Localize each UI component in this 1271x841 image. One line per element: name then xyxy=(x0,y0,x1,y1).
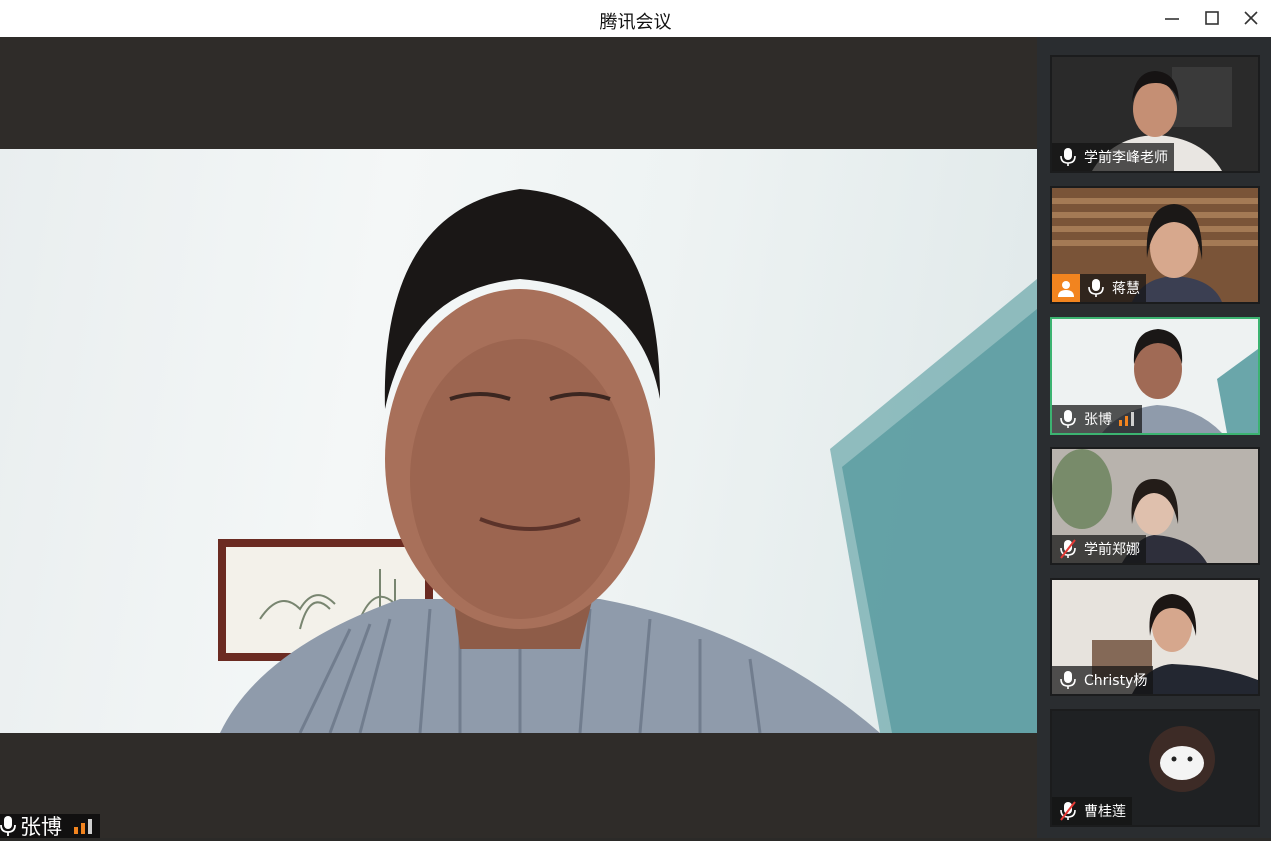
close-button[interactable] xyxy=(1238,6,1264,30)
participant-tile[interactable]: 学前郑娜 xyxy=(1050,447,1260,565)
signal-icon xyxy=(1119,412,1134,426)
participant-tile-active[interactable]: 张博 xyxy=(1050,317,1260,435)
host-badge xyxy=(1052,274,1080,302)
maximize-button[interactable] xyxy=(1199,6,1225,30)
participant-tile[interactable]: 曹桂莲 xyxy=(1050,709,1260,827)
main-speaker-label: 张博 xyxy=(0,814,100,839)
participant-name: 曹桂莲 xyxy=(1084,804,1126,820)
participant-namebar: 蒋慧 xyxy=(1080,274,1146,302)
title-bar: 腾讯会议 xyxy=(0,0,1271,37)
participant-name: Christy杨 xyxy=(1084,673,1148,689)
participant-tile[interactable]: 蒋慧 xyxy=(1050,186,1260,304)
microphone-icon xyxy=(1060,671,1076,689)
participant-namebar: 张博 xyxy=(1052,405,1142,433)
participant-tile[interactable]: 学前李峰老师 xyxy=(1050,55,1260,173)
signal-icon xyxy=(74,819,92,834)
window-title: 腾讯会议 xyxy=(599,12,672,33)
microphone-icon xyxy=(1060,148,1076,166)
microphone-icon xyxy=(1088,279,1104,297)
participant-name: 学前李峰老师 xyxy=(1084,150,1168,166)
participant-namebar: 学前李峰老师 xyxy=(1052,143,1174,171)
minimize-icon xyxy=(1165,18,1179,20)
maximize-icon xyxy=(1205,11,1219,25)
main-video[interactable] xyxy=(0,149,1037,733)
participant-name: 学前郑娜 xyxy=(1084,542,1140,558)
minimize-button[interactable] xyxy=(1159,6,1185,30)
close-icon xyxy=(1244,11,1258,25)
main-video-frame xyxy=(218,189,1037,733)
participant-name: 蒋慧 xyxy=(1112,281,1140,297)
participant-namebar: 曹桂莲 xyxy=(1052,797,1132,825)
microphone-icon xyxy=(1060,410,1076,428)
microphone-muted-icon xyxy=(1060,539,1076,559)
participant-tile[interactable]: Christy杨 xyxy=(1050,578,1260,696)
participant-namebar: Christy杨 xyxy=(1052,666,1154,694)
participant-namebar: 学前郑娜 xyxy=(1052,535,1146,563)
main-speaker-name: 张博 xyxy=(20,815,62,839)
main-stage: 张博 xyxy=(0,37,1037,839)
participant-sidebar: 学前李峰老师 蒋慧 张博 学前郑娜 Christy杨 曹桂莲 xyxy=(1037,37,1271,838)
microphone-icon xyxy=(0,816,16,836)
microphone-muted-icon xyxy=(1060,801,1076,821)
participant-name: 张博 xyxy=(1084,412,1112,428)
user-icon xyxy=(1058,281,1074,297)
